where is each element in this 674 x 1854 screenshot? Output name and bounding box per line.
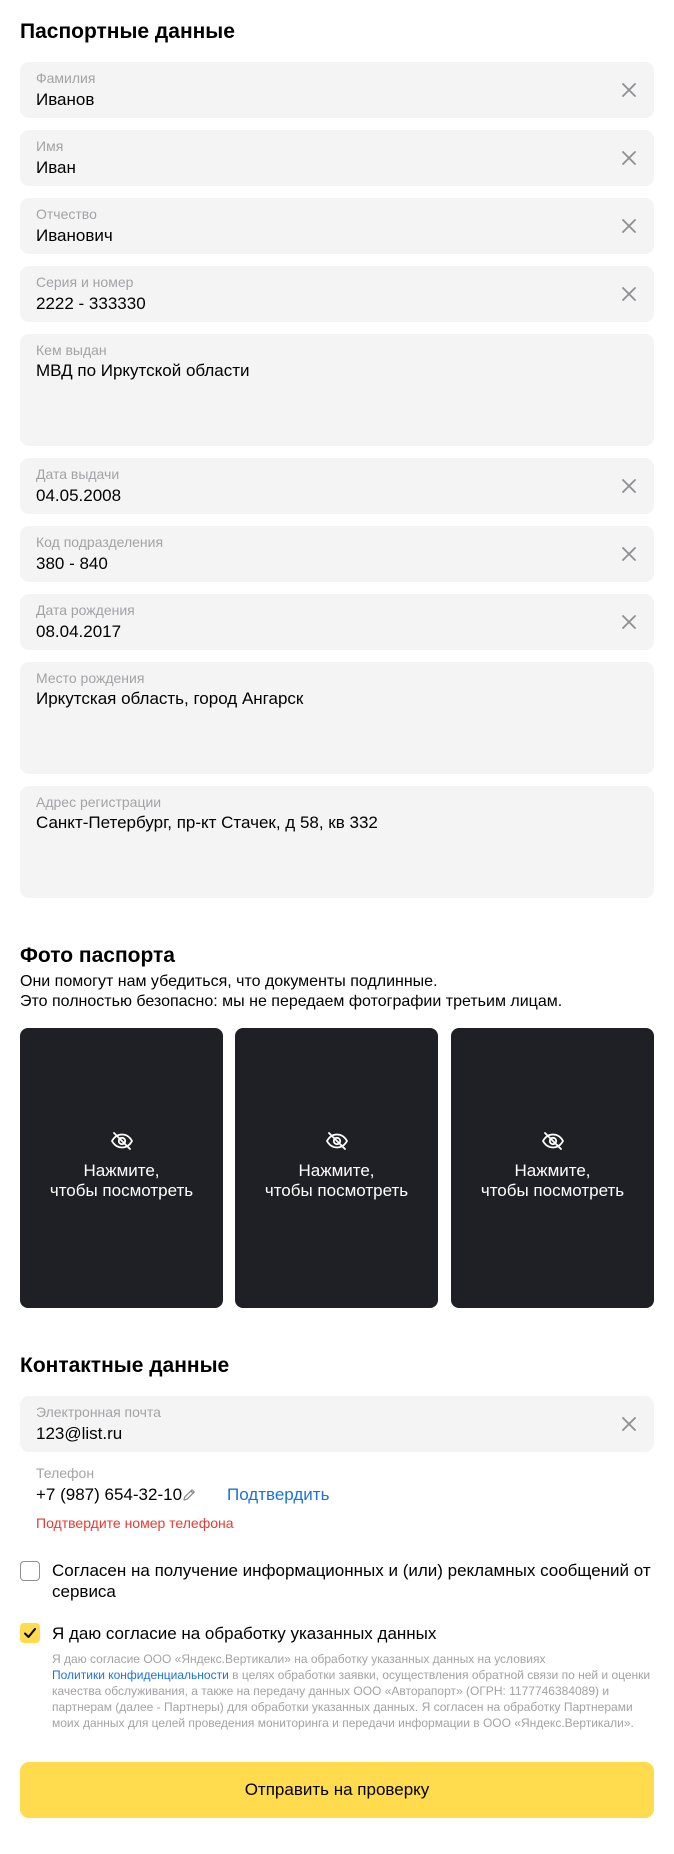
- field-name-label: Имя: [36, 138, 64, 154]
- field-registration-address[interactable]: Адрес регистрации Санкт-Петербург, пр-кт…: [20, 786, 654, 898]
- confirm-phone-link[interactable]: Подтвердить: [227, 1485, 329, 1505]
- data-processing-consent-checkbox[interactable]: [20, 1623, 40, 1643]
- field-name-value: Иван: [36, 158, 76, 177]
- clear-icon[interactable]: [620, 81, 638, 99]
- field-registration-address-value: Санкт-Петербург, пр-кт Стачек, д 58, кв …: [36, 813, 378, 832]
- field-issued-by[interactable]: Кем выдан МВД по Иркутской области: [20, 334, 654, 446]
- clear-icon[interactable]: [620, 217, 638, 235]
- field-surname-label: Фамилия: [36, 70, 96, 86]
- field-department-code-label: Код подразделения: [36, 534, 164, 550]
- phone-value: +7 (987) 654-32-10: [36, 1485, 183, 1504]
- photo-hint-line2: чтобы посмотреть: [264, 1181, 409, 1200]
- field-surname-value: Иванов: [36, 90, 95, 109]
- field-issued-by-value: МВД по Иркутской области: [36, 361, 250, 380]
- clear-icon[interactable]: [620, 149, 638, 167]
- clear-icon[interactable]: [620, 1415, 638, 1433]
- checkmark-icon: [24, 1628, 36, 1638]
- clear-icon[interactable]: [620, 545, 638, 563]
- field-issue-date-label: Дата выдачи: [36, 466, 120, 482]
- field-patronymic-value: Иванович: [36, 226, 113, 245]
- contacts-section-title: Контактные данные: [20, 1354, 230, 1377]
- field-birth-place[interactable]: Место рождения Иркутская область, город …: [20, 662, 654, 774]
- photos-description-line1: Они помогут нам убедиться, что документы…: [20, 973, 438, 990]
- passport-photo-2[interactable]: Нажмите, чтобы посмотреть: [235, 1028, 438, 1308]
- field-birth-date-value: 08.04.2017: [36, 622, 122, 641]
- passport-photo-3[interactable]: Нажмите, чтобы посмотреть: [451, 1028, 654, 1308]
- field-birth-place-label: Место рождения: [36, 670, 145, 686]
- privacy-policy-link[interactable]: Политики конфиденциальности: [52, 1668, 229, 1682]
- clear-icon[interactable]: [620, 613, 638, 631]
- clear-icon[interactable]: [620, 285, 638, 303]
- field-series-number[interactable]: Серия и номер 2222 - 333330: [20, 266, 654, 322]
- field-birth-date[interactable]: Дата рождения 08.04.2017: [20, 594, 654, 650]
- field-department-code-value: 380 - 840: [36, 554, 108, 573]
- field-patronymic[interactable]: Отчество Иванович: [20, 198, 654, 254]
- field-issue-date-value: 04.05.2008: [36, 486, 122, 505]
- data-processing-consent-label: Я даю согласие на обработку указанных да…: [52, 1624, 437, 1643]
- field-issue-date[interactable]: Дата выдачи 04.05.2008: [20, 458, 654, 514]
- phone-label: Телефон: [36, 1465, 95, 1481]
- field-email-label: Электронная почта: [36, 1404, 161, 1420]
- marketing-consent-label-line2: сервиса: [52, 1582, 116, 1601]
- marketing-consent-checkbox[interactable]: [20, 1561, 40, 1581]
- eye-off-icon: [325, 1132, 348, 1150]
- photo-hint-line1: Нажмите,: [514, 1161, 591, 1180]
- field-surname[interactable]: Фамилия Иванов: [20, 62, 654, 118]
- legal-consent-text: Я даю согласие ООО «Яндекс.Вертикали» на…: [52, 1651, 652, 1731]
- field-registration-address-label: Адрес регистрации: [36, 794, 162, 810]
- passport-photo-1[interactable]: Нажмите, чтобы посмотреть: [20, 1028, 223, 1308]
- field-birth-date-label: Дата рождения: [36, 602, 135, 618]
- passport-section-title: Паспортные данные: [20, 20, 235, 43]
- field-email[interactable]: Электронная почта 123@list.ru: [20, 1396, 654, 1452]
- field-issued-by-label: Кем выдан: [36, 342, 107, 358]
- field-series-number-label: Серия и номер: [36, 274, 134, 290]
- photos-section-title: Фото паспорта: [20, 944, 175, 967]
- field-name[interactable]: Имя Иван: [20, 130, 654, 186]
- photo-hint-line2: чтобы посмотреть: [480, 1181, 625, 1200]
- photo-hint-line2: чтобы посмотреть: [49, 1181, 194, 1200]
- field-birth-place-value: Иркутская область, город Ангарск: [36, 689, 304, 708]
- photos-description-line2: Это полностью безопасно: мы не передаем …: [20, 993, 563, 1010]
- field-patronymic-label: Отчество: [36, 206, 97, 222]
- photo-hint-line1: Нажмите,: [83, 1161, 160, 1180]
- field-department-code[interactable]: Код подразделения 380 - 840: [20, 526, 654, 582]
- eye-off-icon: [110, 1132, 133, 1150]
- photo-hint-line1: Нажмите,: [298, 1161, 375, 1180]
- legal-text-part1: Я даю согласие ООО «Яндекс.Вертикали» на…: [52, 1652, 546, 1666]
- field-series-number-value: 2222 - 333330: [36, 294, 146, 313]
- phone-error-text: Подтвердите номер телефона: [36, 1515, 234, 1531]
- eye-off-icon: [541, 1132, 564, 1150]
- marketing-consent-label-line1: Согласен на получение информационных и (…: [52, 1561, 651, 1580]
- pencil-icon[interactable]: [181, 1487, 197, 1503]
- clear-icon[interactable]: [620, 477, 638, 495]
- field-email-value: 123@list.ru: [36, 1424, 123, 1443]
- submit-for-review-button[interactable]: Отправить на проверку: [20, 1762, 654, 1818]
